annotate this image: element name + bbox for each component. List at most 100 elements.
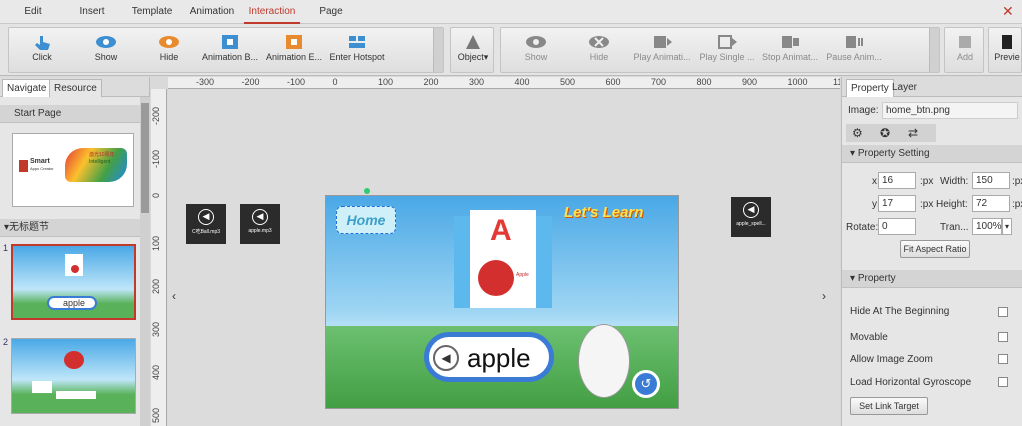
thumb2-apple	[64, 351, 84, 369]
ruler-tick-label: 900	[742, 77, 758, 87]
page-thumbnail-1[interactable]: apple	[11, 244, 136, 320]
object-icon	[466, 35, 480, 49]
action-scroll[interactable]	[929, 28, 939, 72]
ruler-tick-label: 700	[651, 77, 667, 87]
menu-page[interactable]: Page	[312, 0, 350, 24]
hide-label: Hide	[159, 52, 179, 62]
replay-icon[interactable]: ↺	[632, 370, 660, 398]
letter-card: A Apple	[470, 210, 536, 308]
movable-checkbox[interactable]	[998, 332, 1008, 342]
next-page-arrow[interactable]: ›	[822, 289, 826, 303]
slide-title: Let's Learn	[564, 204, 644, 221]
ruler-tick-label: 100	[378, 77, 394, 87]
swap-icon[interactable]: ⇄	[908, 126, 918, 140]
toolbar-scroll[interactable]	[433, 28, 443, 72]
audio-item-2[interactable]: ◀ apple.mp3	[240, 204, 280, 244]
close-icon[interactable]: ✕	[1002, 4, 1016, 18]
vertical-ruler: -200 -100 0 100 200 300 400 500	[151, 89, 167, 426]
gear-icon[interactable]: ⚙	[852, 126, 863, 140]
tab-navigate[interactable]: Navigate	[2, 79, 52, 97]
tab-property[interactable]: Property	[846, 79, 894, 97]
play-animation-button[interactable]: Play Animati...	[631, 28, 693, 72]
menu-template[interactable]: Template	[128, 0, 176, 24]
object-dropdown[interactable]: Object▾	[453, 28, 493, 72]
x-field[interactable]: 16	[878, 172, 916, 189]
enter-hotspot-label: Enter Hotspot	[329, 52, 385, 62]
load-gyroscope-checkbox[interactable]	[998, 377, 1008, 387]
ruler-tick-label: -100	[151, 150, 161, 169]
page-number-2: 2	[3, 337, 9, 347]
prev-page-arrow[interactable]: ‹	[172, 289, 176, 303]
movable-label: Movable	[850, 332, 888, 343]
logo-sub: Apps Creator	[30, 166, 54, 171]
pause-animation-button[interactable]: Pause Anim...	[823, 28, 885, 72]
transparency-dropdown[interactable]: ▾	[1002, 218, 1012, 235]
add-button[interactable]: Add	[947, 28, 983, 72]
rotate-label: Rotate:	[846, 222, 879, 233]
property-tabs: Property Layer	[842, 77, 1022, 97]
tab-layer[interactable]: Layer	[888, 79, 921, 97]
home-label: Home	[346, 212, 386, 228]
menu-animation[interactable]: Animation	[186, 0, 238, 24]
height-unit: :px	[1012, 199, 1022, 210]
load-gyroscope-label: Load Horizontal Gyroscope	[850, 377, 972, 388]
logo-text: Smart	[30, 158, 50, 165]
click-button[interactable]: Click	[13, 28, 71, 72]
ruler-tick-label: 300	[469, 77, 485, 87]
ruler-tick-label: 100	[151, 236, 161, 252]
hide-button[interactable]: Hide	[141, 28, 197, 72]
start-page-header: Start Page	[0, 105, 140, 123]
settings-wheel-icon[interactable]: ✪	[880, 126, 890, 140]
action-show-button[interactable]: Show	[505, 28, 567, 72]
set-link-target-button[interactable]: Set Link Target	[850, 397, 928, 415]
ruler-tick-label: -100	[287, 77, 306, 87]
ruler-tick-label: -200	[151, 107, 161, 126]
play-single-button[interactable]: Play Single ...	[695, 28, 759, 72]
ruler-tick-label: 400	[514, 77, 530, 87]
menu-interaction[interactable]: Interaction	[244, 0, 300, 24]
navigate-scrollbar[interactable]	[140, 97, 150, 426]
audio-item-3[interactable]: ◀ apple_spell...	[731, 197, 771, 237]
width-field[interactable]: 150	[972, 172, 1010, 189]
tab-resource[interactable]: Resource	[49, 79, 102, 97]
add-label: Add	[956, 52, 973, 62]
allow-image-zoom-checkbox[interactable]	[998, 354, 1008, 364]
slide-preview[interactable]: Home Let's Learn A Apple ◀ apple ↺	[325, 195, 679, 409]
stop-animation-button[interactable]: Stop Animat...	[759, 28, 821, 72]
menu-edit[interactable]: Edit	[14, 0, 52, 24]
image-field[interactable]: home_btn.png	[882, 102, 1018, 119]
rotate-handle[interactable]	[364, 188, 370, 194]
ruler-tick-label: 200	[151, 279, 161, 295]
preview-button[interactable]: Previe	[991, 28, 1022, 72]
home-button[interactable]: Home	[336, 206, 396, 234]
menu-insert[interactable]: Insert	[72, 0, 112, 24]
page-thumbnail-2[interactable]	[11, 338, 136, 414]
property-header[interactable]: ▾ Property	[842, 270, 1022, 288]
ruler-tick-label: -200	[241, 77, 260, 87]
audio-label-3: apple_spell...	[736, 221, 766, 227]
thumb-apple	[71, 265, 79, 273]
transparency-field[interactable]: 100%	[972, 218, 1002, 235]
edit-canvas[interactable]: ‹ › ◀ C吃Ball.mp3 ◀ apple.mp3 ◀ apple_spell.…	[168, 89, 840, 426]
enter-hotspot-button[interactable]: Enter Hotspot	[325, 28, 389, 72]
stop-animation-label: Stop Animat...	[761, 52, 819, 62]
rotate-field[interactable]: 0	[878, 218, 916, 235]
property-setting-header[interactable]: ▾ Property Setting	[842, 145, 1022, 163]
sound-icon[interactable]: ◀	[433, 345, 459, 371]
play-single-icon	[718, 35, 737, 49]
property-title: Property	[857, 273, 896, 284]
section-header[interactable]: ▾无标题节	[0, 219, 140, 237]
show-button[interactable]: Show	[75, 28, 137, 72]
animation-begin-button[interactable]: Animation B...	[199, 28, 261, 72]
action-hide-button[interactable]: Hide	[569, 28, 629, 72]
hand-pointer-icon	[35, 36, 50, 50]
y-field[interactable]: 17	[878, 195, 916, 212]
audio-item-1[interactable]: ◀ C吃Ball.mp3	[186, 204, 226, 244]
height-field[interactable]: 72	[972, 195, 1010, 212]
hide-at-beginning-checkbox[interactable]	[998, 307, 1008, 317]
property-setting-title: Property Setting	[857, 148, 930, 159]
fit-aspect-ratio-button[interactable]: Fit Aspect Ratio	[900, 240, 970, 258]
animation-end-button[interactable]: Animation E...	[263, 28, 325, 72]
start-page-thumbnail[interactable]: Smart Apps Creator 激光10周年 Intelligent	[12, 133, 134, 207]
scroll-thumb[interactable]	[141, 103, 149, 213]
